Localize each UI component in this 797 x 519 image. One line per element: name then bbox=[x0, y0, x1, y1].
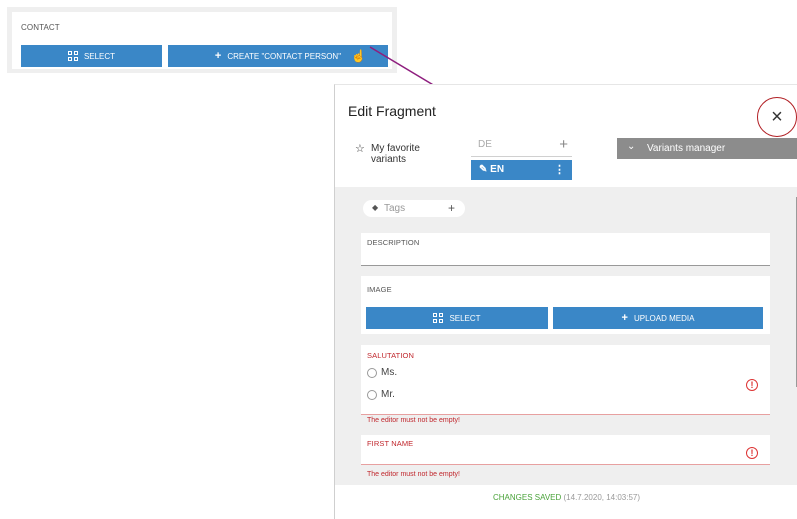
fragment-form: ◆ Tags + DESCRIPTION IMAGE SELECT + UPLO… bbox=[335, 187, 797, 485]
radio-mr-label: Mr. bbox=[381, 389, 395, 400]
language-en-code: EN bbox=[490, 164, 505, 175]
save-status-bar: CHANGES SAVED (14.7.2020, 14:03:57) bbox=[335, 493, 797, 502]
salutation-label: SALUTATION bbox=[367, 351, 414, 360]
pencil-icon: ✎ bbox=[479, 164, 488, 175]
tag-icon: ◆ bbox=[372, 203, 379, 212]
save-status: CHANGES SAVED bbox=[492, 493, 562, 502]
description-label: DESCRIPTION bbox=[367, 238, 420, 247]
favorite-variants-label: My favorite variants bbox=[371, 143, 420, 165]
close-icon: × bbox=[771, 105, 783, 128]
language-de-label: DE bbox=[478, 139, 492, 150]
grid-icon bbox=[433, 313, 444, 323]
save-timestamp: (14.7.2020, 14:03:57) bbox=[563, 493, 641, 502]
tags-label: Tags bbox=[384, 203, 406, 214]
first-name-error: The editor must not be empty! bbox=[367, 471, 460, 478]
tags-field[interactable]: ◆ Tags + bbox=[363, 200, 465, 217]
radio-circle[interactable] bbox=[367, 389, 377, 400]
description-field[interactable]: DESCRIPTION bbox=[361, 233, 770, 266]
first-name-label: FIRST NAME bbox=[367, 439, 414, 448]
close-button[interactable]: × bbox=[757, 97, 797, 137]
dialog-title: Edit Fragment bbox=[348, 103, 436, 119]
variants-manager-label: Variants manager bbox=[647, 143, 726, 154]
star-icon: ☆ bbox=[355, 143, 365, 155]
favorite-variants-toggle[interactable]: ☆ My favorite variants bbox=[355, 143, 441, 165]
language-en-label: ✎ EN bbox=[479, 164, 504, 175]
edit-fragment-dialog: Edit Fragment × ☆ My favorite variants D… bbox=[334, 84, 797, 519]
more-options-icon[interactable]: ⋮ bbox=[554, 163, 565, 176]
radio-ms-label: Ms. bbox=[381, 367, 398, 378]
language-tab-de[interactable]: DE + bbox=[471, 135, 572, 157]
salutation-field: SALUTATION Ms. Mr. ! bbox=[361, 345, 770, 415]
image-label: IMAGE bbox=[367, 285, 392, 294]
image-select-label: SELECT bbox=[449, 313, 481, 323]
image-field: IMAGE SELECT + UPLOAD MEDIA bbox=[361, 276, 770, 334]
radio-ms[interactable]: Ms. bbox=[367, 367, 397, 378]
image-select-button[interactable]: SELECT bbox=[366, 307, 548, 329]
radio-circle[interactable] bbox=[367, 367, 377, 378]
radio-mr[interactable]: Mr. bbox=[367, 389, 395, 400]
add-tag-icon[interactable]: + bbox=[448, 201, 455, 215]
variants-manager-button[interactable]: ⌄ Variants manager bbox=[617, 138, 797, 159]
language-tab-en[interactable]: ✎ EN ⋮ bbox=[471, 160, 572, 180]
upload-media-label: UPLOAD MEDIA bbox=[633, 313, 695, 323]
upload-media-button[interactable]: + UPLOAD MEDIA bbox=[553, 307, 763, 329]
plus-icon: + bbox=[621, 312, 628, 324]
warning-icon: ! bbox=[746, 447, 758, 459]
add-language-icon[interactable]: + bbox=[559, 136, 568, 153]
salutation-error: The editor must not be empty! bbox=[367, 417, 460, 424]
first-name-field[interactable]: FIRST NAME ! bbox=[361, 435, 770, 465]
chevron-down-icon: ⌄ bbox=[627, 141, 636, 152]
warning-icon: ! bbox=[746, 379, 758, 391]
